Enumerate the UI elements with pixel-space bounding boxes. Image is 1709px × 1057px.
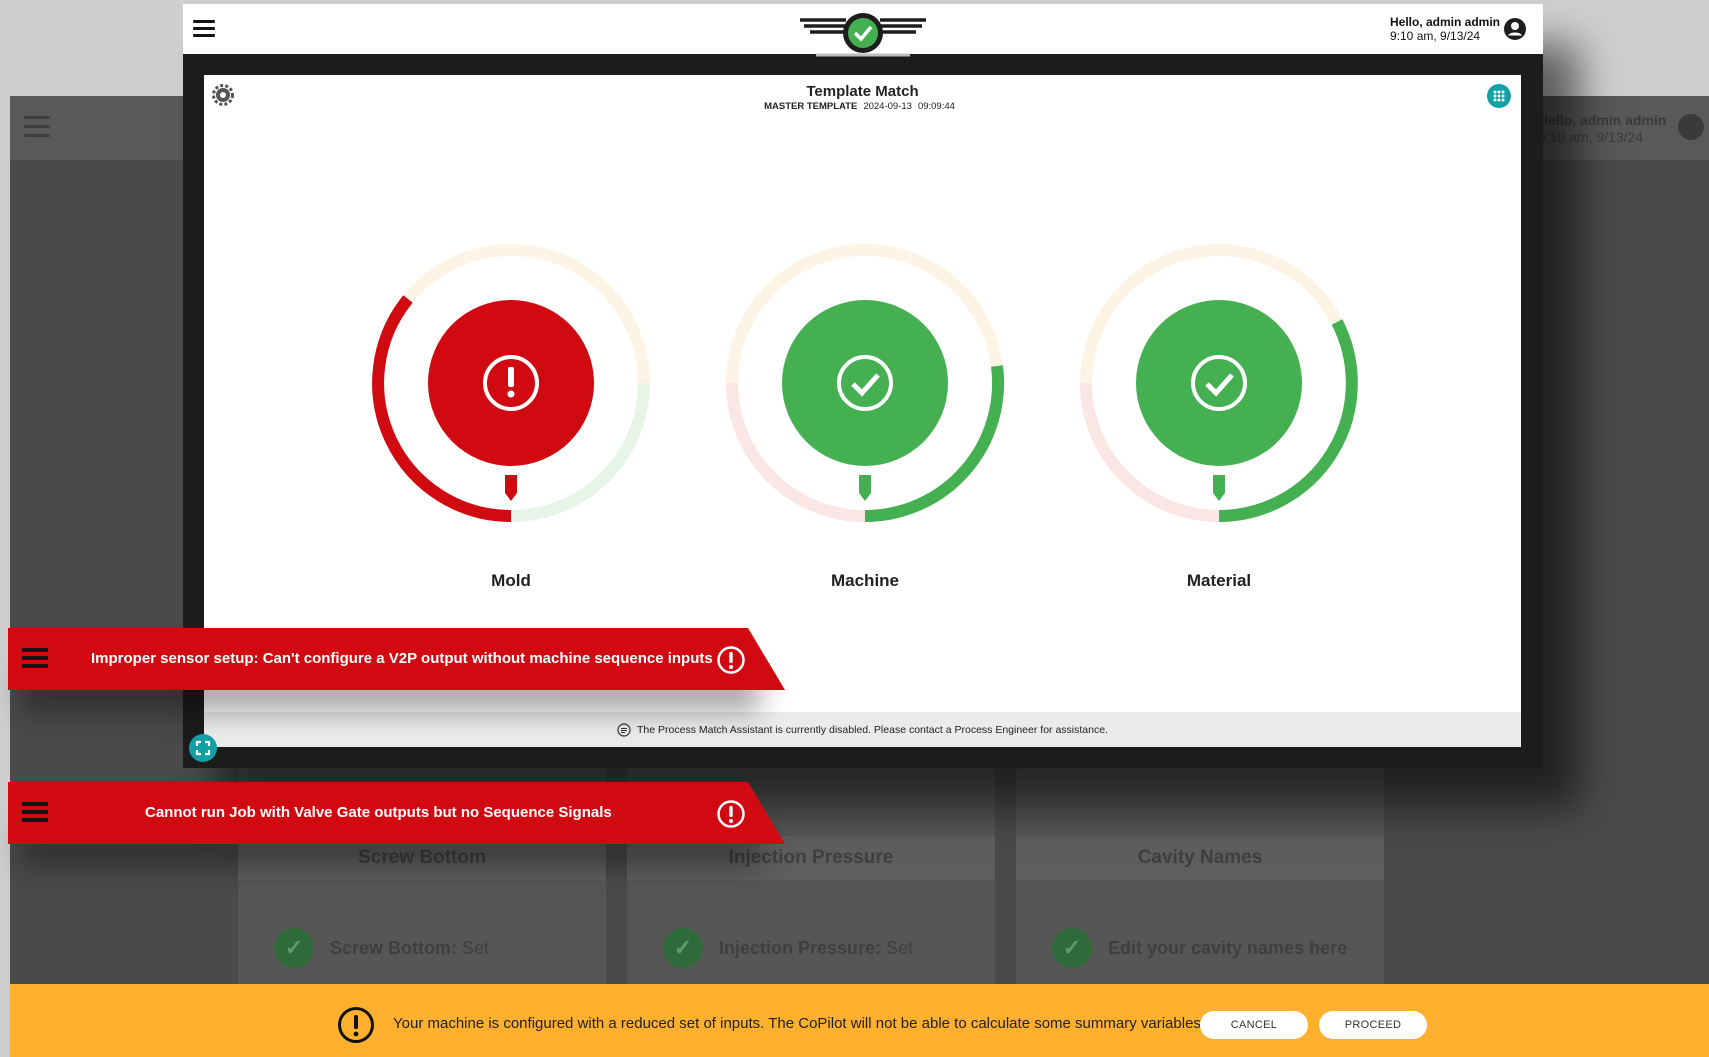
background-user-info: Hello, admin admin 9:10 am, 9/13/24 xyxy=(1538,112,1666,146)
card-row-value: Set xyxy=(886,937,914,958)
template-time: 09:09:44 xyxy=(917,101,955,112)
template-subtitle: MASTER TEMPLATE 2024-09-13 09:09:44 xyxy=(204,101,1521,112)
alert-banner-sensor-setup[interactable]: Improper sensor setup: Can't configure a… xyxy=(8,628,785,690)
card-row-label: Injection Pressure: xyxy=(719,937,882,958)
exclamation-circle-icon xyxy=(717,800,745,828)
card-row: ✓ Screw Bottom: Set xyxy=(274,928,489,968)
copilot-logo-check-icon xyxy=(800,13,926,57)
hamburger-menu-icon[interactable] xyxy=(22,802,48,826)
machine-gauge[interactable] xyxy=(724,242,1006,524)
template-date: 2024-09-13 xyxy=(863,101,912,112)
check-circle-icon: ✓ xyxy=(1052,928,1092,968)
assistant-status-bar: The Process Match Assistant is currently… xyxy=(204,712,1521,747)
card-title: Cavity Names xyxy=(1016,836,1384,880)
check-circle-icon: ✓ xyxy=(274,928,314,968)
card-row-value: Set xyxy=(462,937,490,958)
machine-gauge-ring xyxy=(726,244,1005,522)
user-greeting: Hello, admin admin xyxy=(1390,15,1501,29)
background-user-datetime: 9:10 am, 9/13/24 xyxy=(1538,129,1644,145)
template-label: MASTER TEMPLATE xyxy=(764,101,858,112)
machine-label: Machine xyxy=(830,571,900,590)
material-gauge-ring xyxy=(1080,244,1358,522)
background-avatar-icon xyxy=(1678,114,1704,140)
background-card-cavity-names: Cavity Names ✓ Edit your cavity names he… xyxy=(1016,836,1384,996)
card-row: ✓ Edit your cavity names here xyxy=(1052,928,1347,968)
card-row-label: Screw Bottom: xyxy=(330,937,458,958)
cancel-button[interactable]: CANCEL xyxy=(1200,1011,1308,1039)
background-menu-icon xyxy=(24,116,50,138)
hamburger-menu-icon[interactable] xyxy=(22,648,48,672)
proceed-button[interactable]: PROCEED xyxy=(1319,1011,1427,1039)
material-label: Material xyxy=(1186,571,1252,590)
assistant-message: The Process Match Assistant is currently… xyxy=(637,723,1108,736)
warning-exclamation-icon xyxy=(338,1007,374,1043)
card-row: ✓ Injection Pressure: Set xyxy=(663,928,913,968)
material-gauge[interactable] xyxy=(1078,242,1360,524)
mold-label: Mold xyxy=(491,571,531,590)
account-circle-icon[interactable] xyxy=(1503,17,1527,41)
warning-message: Your machine is configured with a reduce… xyxy=(393,1015,1206,1032)
check-circle-icon: ✓ xyxy=(663,928,703,968)
user-info: Hello, admin admin 9:10 am, 9/13/24 xyxy=(1390,15,1500,43)
card-row-label: Edit your cavity names here xyxy=(1108,937,1348,958)
background-user-greeting: Hello, admin admin xyxy=(1538,112,1667,128)
dialog-header: Hello, admin admin 9:10 am, 9/13/24 xyxy=(183,4,1543,57)
mold-gauge[interactable] xyxy=(370,242,652,524)
exclamation-circle-icon xyxy=(717,646,745,674)
alert-banner-valve-gate[interactable]: Cannot run Job with Valve Gate outputs b… xyxy=(8,782,785,844)
mold-gauge-ring xyxy=(372,244,650,522)
alert-text: Cannot run Job with Valve Gate outputs b… xyxy=(145,804,612,821)
chat-bubble-icon xyxy=(617,722,631,737)
alert-text: Improper sensor setup: Can't configure a… xyxy=(91,650,713,667)
page-title: Template Match xyxy=(806,83,919,100)
user-datetime: 9:10 am, 9/13/24 xyxy=(1390,29,1481,43)
hamburger-menu-icon[interactable] xyxy=(193,20,215,38)
apps-grid-icon[interactable] xyxy=(1487,84,1511,108)
fullscreen-icon[interactable] xyxy=(189,734,217,762)
